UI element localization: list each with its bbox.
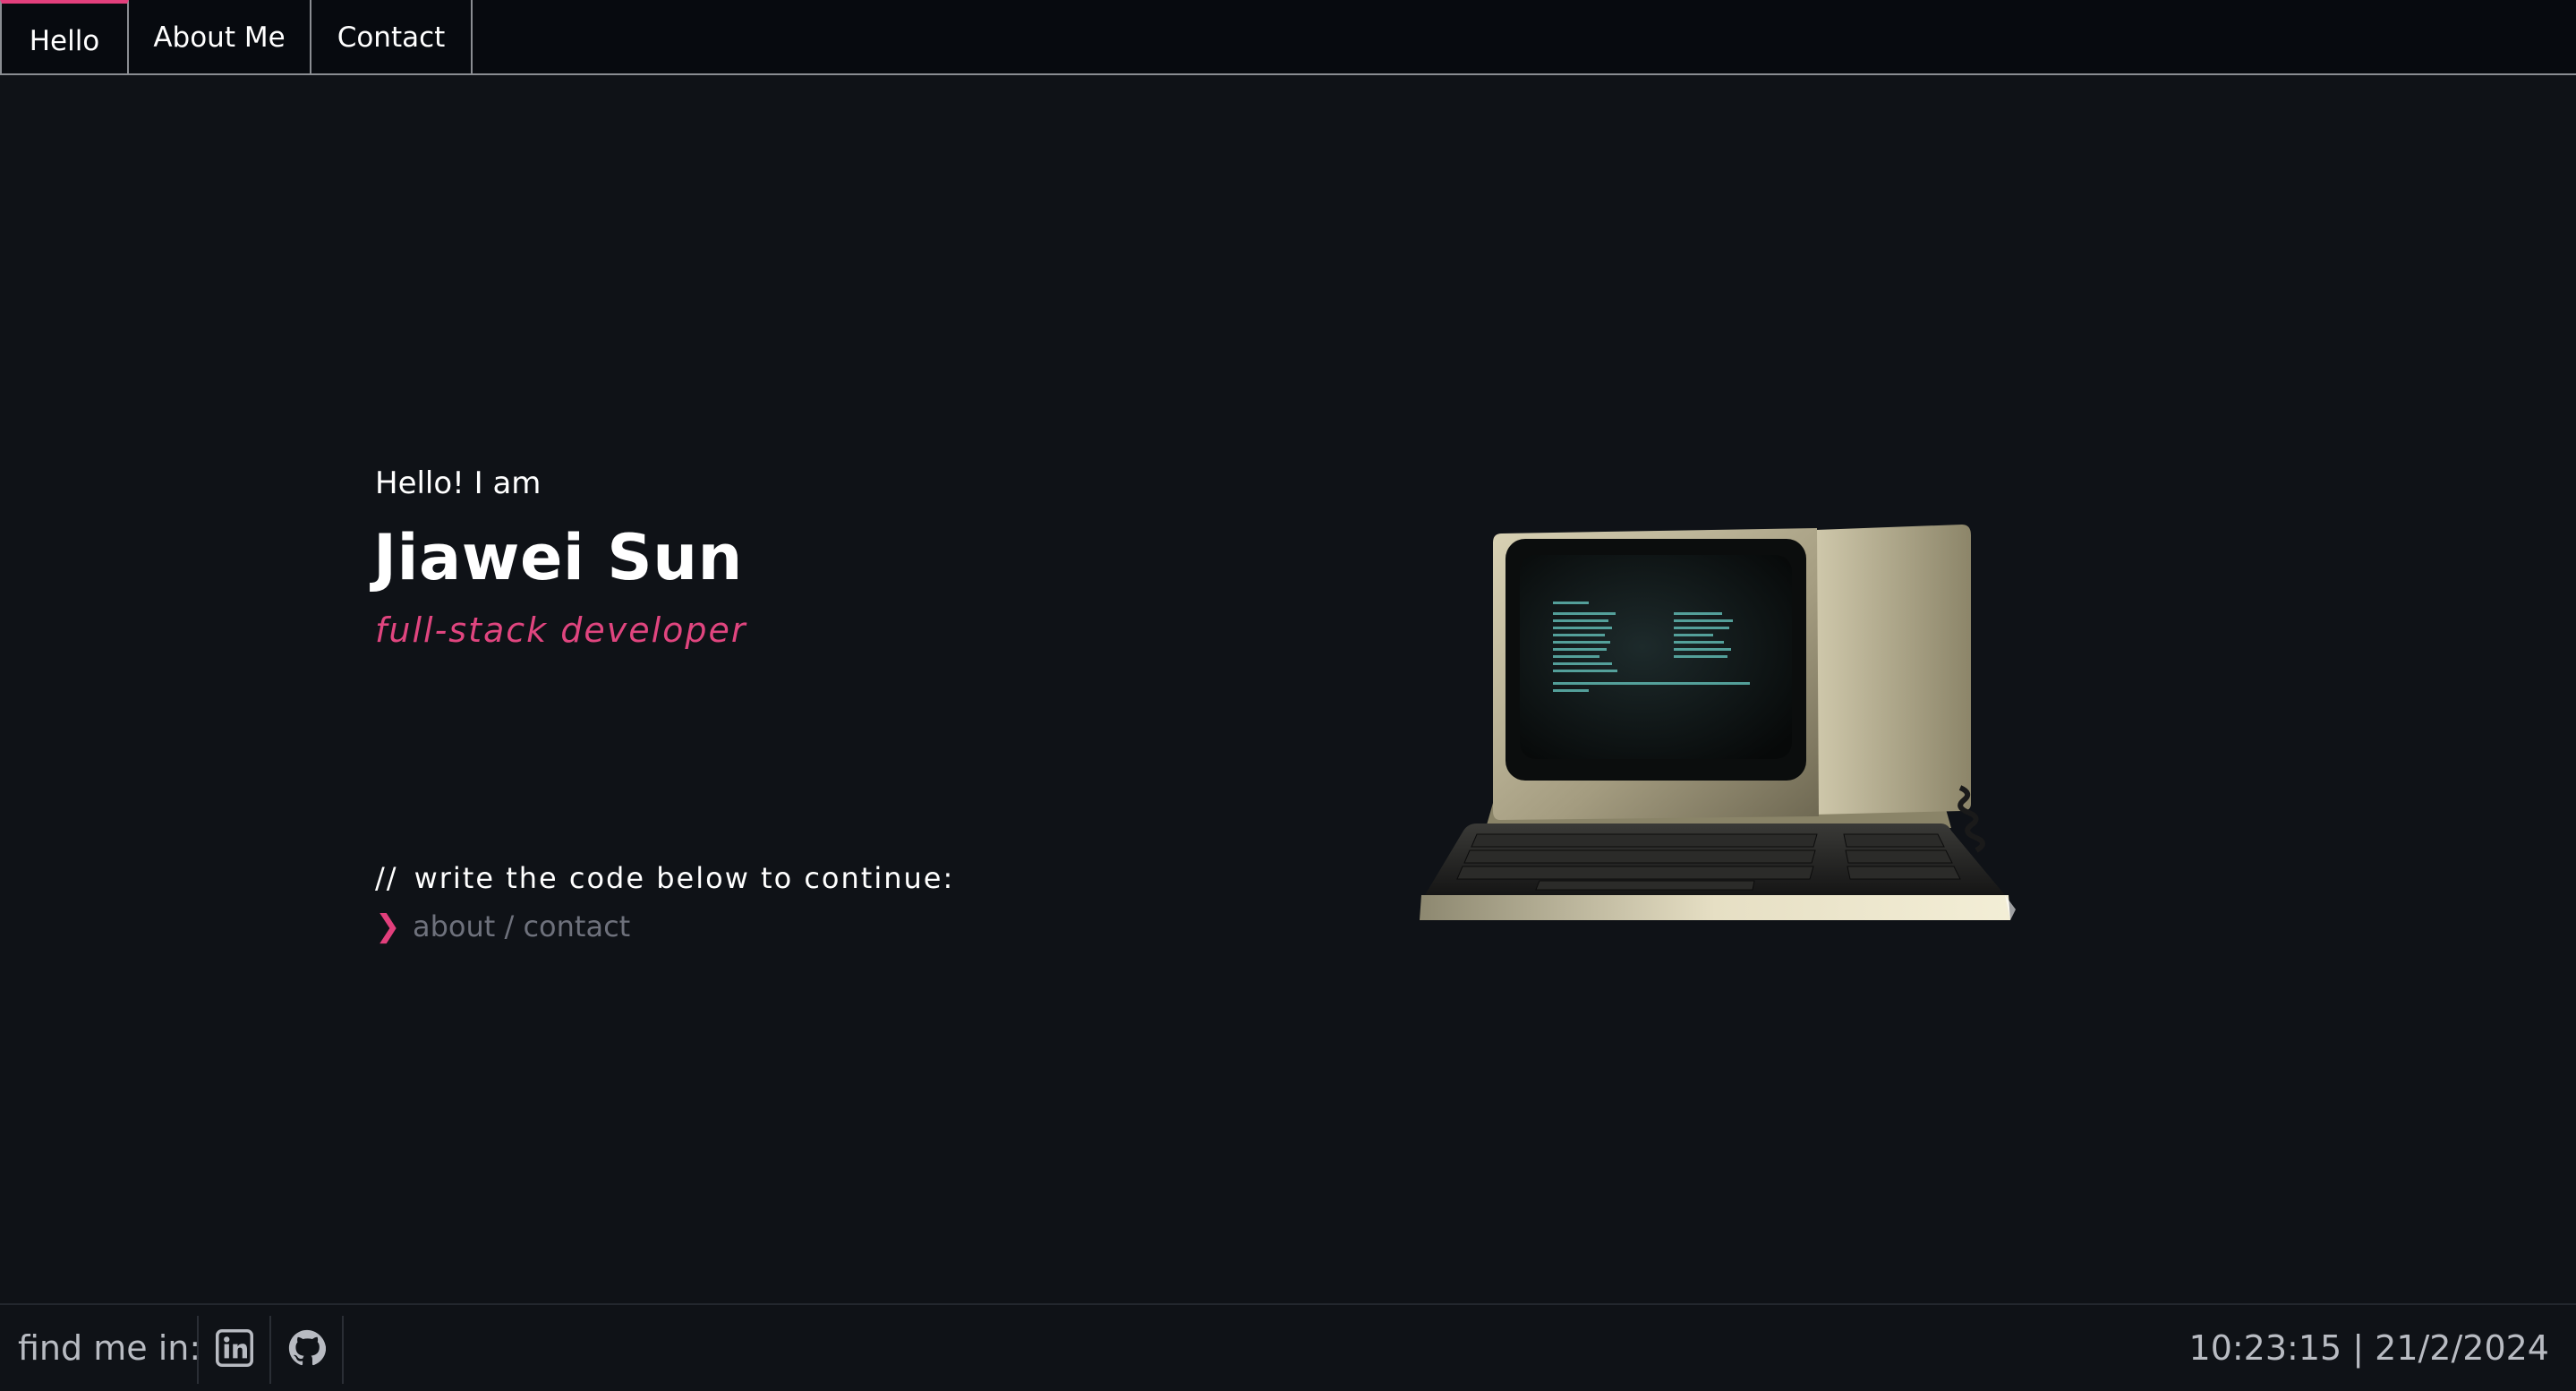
page-title-name: Jiawei Sun xyxy=(373,521,743,594)
top-navigation: Hello About Me Contact xyxy=(0,0,2576,75)
footer: find me in: 10:23:15 | 21/2/2024 xyxy=(0,1303,2576,1391)
tab-about-me[interactable]: About Me xyxy=(129,0,311,75)
retro-computer-illustration xyxy=(1420,525,2016,920)
greeting-text: Hello! I am xyxy=(375,465,542,501)
linkedin-glyph xyxy=(216,1329,253,1367)
footer-divider xyxy=(197,1316,199,1384)
hint-text: write the code below to continue: xyxy=(414,861,955,895)
clock-datetime: 10:23:15 | 21/2/2024 xyxy=(2188,1328,2549,1368)
comment-prefix: // xyxy=(375,861,398,895)
code-hint: // write the code below to continue: xyxy=(375,861,954,895)
footer-divider xyxy=(342,1316,344,1384)
tab-hello[interactable]: Hello xyxy=(0,0,129,75)
tab-contact[interactable]: Contact xyxy=(311,0,473,75)
find-me-label: find me in: xyxy=(18,1328,201,1368)
github-glyph xyxy=(288,1329,326,1366)
command-input[interactable] xyxy=(413,909,950,943)
command-prompt: ❯ xyxy=(375,904,950,949)
chevron-right-icon: ❯ xyxy=(375,909,401,944)
footer-divider xyxy=(269,1316,271,1384)
github-icon[interactable] xyxy=(272,1305,342,1391)
linkedin-icon[interactable] xyxy=(200,1305,269,1391)
role-subtitle: full-stack developer xyxy=(375,610,747,650)
